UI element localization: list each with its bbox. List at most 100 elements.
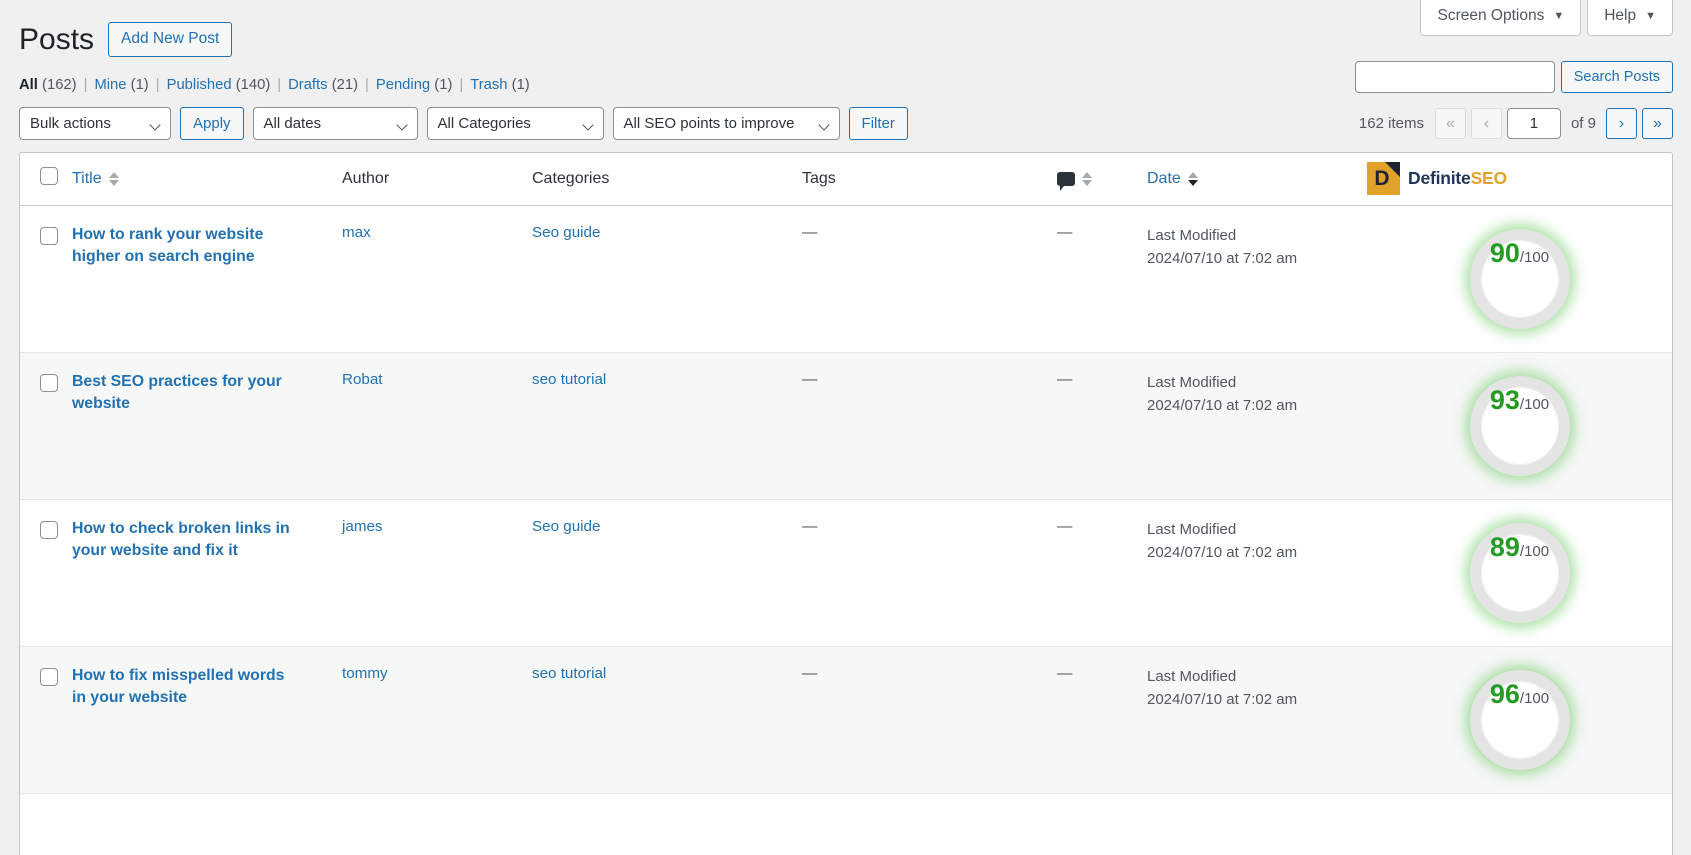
bulk-actions-select[interactable]: Bulk actions bbox=[19, 107, 171, 140]
post-category-link[interactable]: seo tutorial bbox=[532, 665, 606, 682]
filter-button[interactable]: Filter bbox=[848, 107, 908, 140]
cell-title: How to fix misspelled words in your webs… bbox=[72, 646, 342, 794]
status-link-trash-count: (1) bbox=[511, 77, 530, 93]
status-link-trash-label[interactable]: Trash bbox=[470, 77, 507, 93]
post-title-link[interactable]: How to fix misspelled words in your webs… bbox=[72, 665, 302, 711]
first-page-button[interactable]: « bbox=[1434, 108, 1466, 139]
cell-seo-score: 89 /100 bbox=[1367, 499, 1672, 647]
apply-button[interactable]: Apply bbox=[180, 107, 244, 140]
seo-points-filter-select[interactable]: All SEO points to improve bbox=[612, 107, 840, 140]
logo-mark-letter: D bbox=[1374, 167, 1390, 191]
help-button[interactable]: Help ▼ bbox=[1587, 0, 1673, 36]
row-checkbox[interactable] bbox=[40, 373, 58, 392]
row-checkbox[interactable] bbox=[40, 520, 58, 539]
seo-score-gauge[interactable]: 89 /100 bbox=[1469, 522, 1570, 623]
search-input[interactable] bbox=[1354, 61, 1555, 93]
sort-arrows-icon[interactable] bbox=[1187, 171, 1198, 186]
status-link-mine[interactable]: Mine (1) bbox=[94, 77, 148, 93]
post-title-link[interactable]: Best SEO practices for your website bbox=[72, 371, 302, 417]
definiteseo-wordmark: DefiniteSEO bbox=[1408, 168, 1507, 189]
table-row[interactable]: How to rank your website higher on searc… bbox=[20, 205, 1672, 353]
next-page-button[interactable]: › bbox=[1606, 108, 1637, 139]
column-header-date[interactable]: Date bbox=[1147, 153, 1367, 206]
select-all-checkbox[interactable] bbox=[40, 167, 58, 186]
post-author-link[interactable]: tommy bbox=[342, 665, 388, 682]
post-tags-value: — bbox=[802, 517, 818, 535]
status-link-mine-count: (1) bbox=[130, 77, 149, 93]
status-link-all[interactable]: All (162) bbox=[19, 77, 77, 93]
cell-title: Best SEO practices for your website bbox=[72, 352, 342, 500]
pagination: 162 items « ‹ of 9 › » bbox=[1359, 108, 1673, 139]
divider: | bbox=[365, 77, 369, 93]
post-author-link[interactable]: james bbox=[342, 518, 383, 535]
seo-score-total: /100 bbox=[1519, 248, 1550, 266]
seo-score-gauge[interactable]: 93 /100 bbox=[1469, 375, 1570, 476]
column-header-date-label[interactable]: Date bbox=[1147, 170, 1181, 188]
divider: | bbox=[459, 77, 464, 93]
post-title-link[interactable]: How to check broken links in your websit… bbox=[72, 518, 302, 564]
prev-page-button[interactable]: ‹ bbox=[1470, 108, 1502, 139]
row-select-cell bbox=[20, 499, 72, 647]
post-comments-value: — bbox=[1057, 223, 1073, 241]
status-link-drafts-label[interactable]: Drafts bbox=[288, 77, 327, 93]
status-link-trash[interactable]: Trash (1) bbox=[470, 77, 530, 93]
post-date-label: Last Modified bbox=[1147, 667, 1237, 685]
cell-comments: — bbox=[1057, 352, 1147, 500]
cell-seo-score: 90 /100 bbox=[1367, 205, 1672, 353]
column-header-categories-label: Categories bbox=[532, 169, 610, 187]
last-page-button[interactable]: » bbox=[1642, 108, 1673, 139]
search-posts-button[interactable]: Search Posts bbox=[1560, 61, 1673, 93]
cell-author: james bbox=[342, 499, 532, 647]
table-row[interactable]: How to fix misspelled words in your webs… bbox=[20, 646, 1672, 794]
seo-score-gauge[interactable]: 96 /100 bbox=[1469, 669, 1570, 770]
post-author-link[interactable]: max bbox=[342, 224, 371, 241]
column-header-seo-score: D DefiniteSEO bbox=[1367, 153, 1672, 206]
status-link-mine-label[interactable]: Mine bbox=[94, 77, 126, 93]
status-link-published-count: (140) bbox=[235, 77, 271, 93]
category-filter-select[interactable]: All Categories bbox=[426, 107, 604, 140]
cell-title: How to rank your website higher on searc… bbox=[72, 205, 342, 353]
cell-author: tommy bbox=[342, 646, 532, 794]
post-date-value: 2024/07/10 at 7:02 am bbox=[1147, 690, 1298, 708]
chevron-down-icon: ▼ bbox=[1553, 9, 1565, 22]
status-link-pending[interactable]: Pending (1) bbox=[376, 77, 453, 93]
post-author-link[interactable]: Robat bbox=[342, 371, 383, 388]
column-header-title[interactable]: Title bbox=[72, 153, 342, 206]
total-pages-label: of 9 bbox=[1570, 115, 1596, 132]
cell-comments: — bbox=[1057, 499, 1147, 647]
sort-arrows-icon[interactable] bbox=[108, 171, 119, 186]
column-header-comments[interactable] bbox=[1057, 153, 1147, 206]
current-page-input[interactable] bbox=[1506, 108, 1561, 139]
row-checkbox[interactable] bbox=[40, 667, 58, 686]
status-link-pending-label[interactable]: Pending bbox=[376, 77, 430, 93]
table-body: How to rank your website higher on searc… bbox=[20, 205, 1672, 794]
posts-list-table: Title Author Categories Tags Date D Defi… bbox=[19, 152, 1673, 855]
screen-meta-tabs: Screen Options ▼ Help ▼ bbox=[1420, 0, 1673, 36]
table-row[interactable]: Best SEO practices for your website Roba… bbox=[20, 352, 1672, 500]
post-date-label: Last Modified bbox=[1147, 373, 1237, 391]
status-link-all-label[interactable]: All bbox=[19, 77, 38, 93]
cell-seo-score: 93 /100 bbox=[1367, 352, 1672, 500]
date-filter-select[interactable]: All dates bbox=[252, 107, 418, 140]
table-row[interactable]: How to check broken links in your websit… bbox=[20, 499, 1672, 647]
bulk-actions-value: Bulk actions bbox=[30, 115, 111, 132]
logo-name-part1: Definite bbox=[1408, 168, 1471, 189]
status-link-drafts[interactable]: Drafts (21) bbox=[288, 77, 358, 93]
status-link-published-label[interactable]: Published bbox=[167, 77, 232, 93]
post-title-link[interactable]: How to rank your website higher on searc… bbox=[72, 224, 302, 270]
post-category-link[interactable]: seo tutorial bbox=[532, 371, 606, 388]
status-link-published[interactable]: Published (140) bbox=[167, 77, 271, 93]
screen-options-button[interactable]: Screen Options ▼ bbox=[1420, 0, 1582, 36]
row-checkbox[interactable] bbox=[40, 226, 58, 245]
add-new-post-button[interactable]: Add New Post bbox=[108, 21, 233, 58]
post-comments-value: — bbox=[1057, 664, 1073, 682]
items-count: 162 items bbox=[1358, 115, 1424, 132]
post-category-link[interactable]: Seo guide bbox=[532, 518, 600, 535]
column-header-title-label[interactable]: Title bbox=[72, 170, 102, 188]
column-header-author: Author bbox=[342, 153, 532, 206]
post-status-filter-links: All (162) | Mine (1) | Published (140) |… bbox=[19, 77, 530, 93]
post-category-link[interactable]: Seo guide bbox=[532, 224, 600, 241]
seo-score-gauge[interactable]: 90 /100 bbox=[1469, 228, 1570, 329]
cell-tags: — bbox=[802, 205, 1057, 353]
sort-arrows-icon[interactable] bbox=[1082, 171, 1092, 186]
